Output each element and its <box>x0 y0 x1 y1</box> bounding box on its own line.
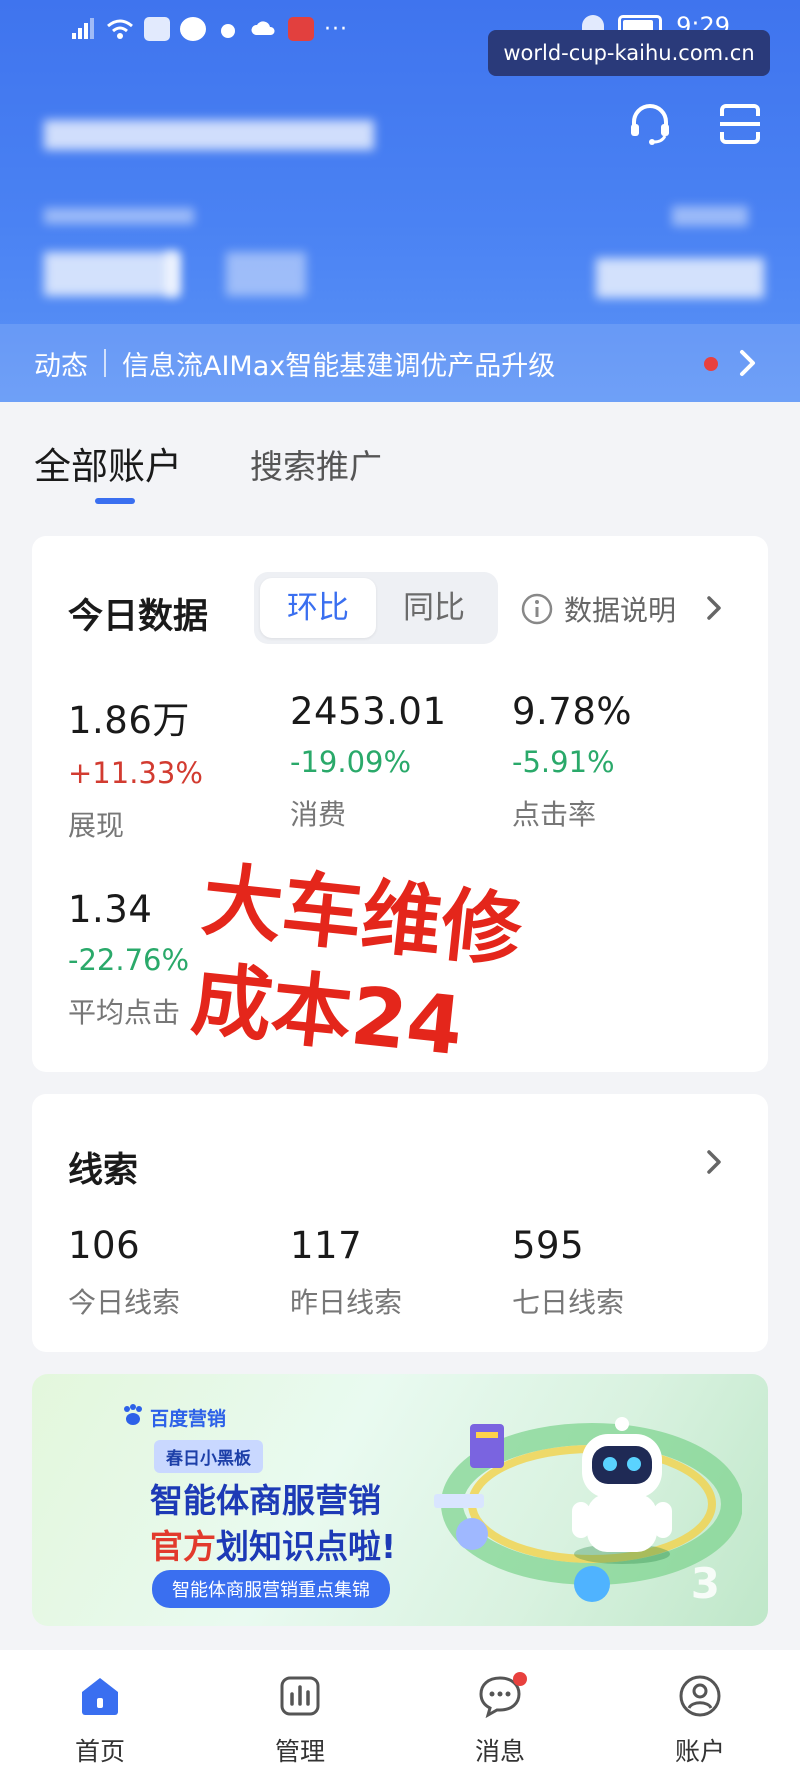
leads-today[interactable]: 106 今日线索 <box>68 1224 268 1321</box>
metric-impressions[interactable]: 1.86万 +11.33% 展现 <box>68 690 268 844</box>
unread-dot <box>704 357 718 371</box>
metric-label: 消费 <box>290 798 347 831</box>
leads-yesterday[interactable]: 117 昨日线索 <box>290 1224 490 1321</box>
metric-spend[interactable]: 2453.01 -19.09% 消费 <box>290 690 490 833</box>
metric-label: 平均点击 <box>68 996 181 1029</box>
nav-label: 管理 <box>274 1737 325 1766</box>
banner-logo: 百度营销 <box>150 1408 227 1430</box>
banner-subheadline: 官方划知识点啦! <box>150 1520 396 1568</box>
leads-value: 595 <box>512 1224 585 1267</box>
app-icon <box>180 17 206 41</box>
nav-messages[interactable]: 消息 <box>400 1650 600 1778</box>
promo-banner[interactable]: 百度营销 春日小黑板 智能体商服营销 官方划知识点啦! 智能体商服营销重点集锦 … <box>32 1374 768 1626</box>
unread-badge <box>513 1672 527 1686</box>
more-icon: ··· <box>324 16 348 42</box>
leads-seven-days[interactable]: 595 七日线索 <box>512 1224 712 1321</box>
budget-label-blurred <box>672 206 748 226</box>
account-tabs: 全部账户 搜索推广 <box>0 402 800 522</box>
headset-icon[interactable] <box>626 100 674 148</box>
divider <box>104 349 106 377</box>
balance-blurred-3 <box>226 252 306 296</box>
app-icon <box>144 17 170 41</box>
toggle-yoy[interactable]: 同比 <box>376 578 492 638</box>
watermark: world-cup-kaihu.com.cn <box>488 30 770 76</box>
bottom-nav: 首页 管理 消息 账户 <box>0 1650 800 1778</box>
banner-subheadline-text: 划知识点啦! <box>216 1527 397 1566</box>
metric-change: +11.33% <box>68 756 203 790</box>
nav-label: 账户 <box>674 1737 725 1766</box>
info-icon[interactable] <box>520 592 554 626</box>
balance-blurred-2 <box>166 252 180 296</box>
scan-icon[interactable] <box>716 100 764 148</box>
book-icon <box>288 17 314 41</box>
tab-all-accounts[interactable]: 全部账户 <box>34 436 182 490</box>
user-icon <box>679 1675 721 1717</box>
banner-page-indicator: 3 <box>690 1559 720 1608</box>
weather-icon <box>221 24 235 38</box>
news-text[interactable]: 信息流AIMax智能基建调优产品升级 <box>122 344 555 383</box>
chevron-right-icon[interactable] <box>698 1146 730 1178</box>
metric-avg-cpc[interactable]: 1.34 -22.76% 平均点击 <box>68 888 268 1031</box>
chevron-right-icon[interactable] <box>698 592 730 624</box>
news-bar[interactable]: 动态 信息流AIMax智能基建调优产品升级 <box>0 324 800 402</box>
data-note-link[interactable]: 数据说明 <box>564 589 676 629</box>
nav-manage[interactable]: 管理 <box>200 1650 400 1778</box>
nav-label: 消息 <box>474 1737 525 1766</box>
news-label: 动态 <box>34 350 88 382</box>
metric-value: 1.34 <box>68 888 153 931</box>
leads-label: 昨日线索 <box>290 1286 403 1319</box>
metric-ctr[interactable]: 9.78% -5.91% 点击率 <box>512 690 712 833</box>
card-title: 线索 <box>68 1151 139 1191</box>
chevron-right-icon[interactable] <box>730 346 764 380</box>
banner-headline: 智能体商服营销 <box>150 1481 381 1520</box>
nav-home[interactable]: 首页 <box>0 1650 200 1778</box>
today-data-card: 今日数据 环比 同比 数据说明 1.86万 +11.33% 展现 2453.01… <box>32 536 768 1072</box>
account-name-blurred <box>44 120 374 150</box>
account-id-blurred <box>44 208 194 224</box>
leads-label: 今日线索 <box>68 1286 181 1319</box>
header: ··· 9:29 world-cup-kaihu.com.cn 动态 信息流AI… <box>0 0 800 402</box>
leads-value: 106 <box>68 1224 141 1267</box>
leads-label: 七日线索 <box>512 1286 625 1319</box>
chart-icon <box>280 1676 320 1716</box>
home-icon <box>82 1678 118 1715</box>
tab-indicator <box>95 498 135 504</box>
metric-change: -19.09% <box>290 745 412 779</box>
banner-tag: 春日小黑板 <box>154 1440 263 1473</box>
metric-label: 展现 <box>68 809 125 842</box>
balance-blurred <box>44 252 178 296</box>
leads-card[interactable]: 线索 106 今日线索 117 昨日线索 595 七日线索 <box>32 1094 768 1352</box>
metric-value: 1.86万 <box>68 699 190 742</box>
nav-label: 首页 <box>74 1737 125 1766</box>
compare-toggle: 环比 同比 <box>254 572 498 644</box>
metric-value: 9.78% <box>512 690 633 733</box>
metric-change: -5.91% <box>512 745 615 779</box>
metric-value: 2453.01 <box>290 690 447 733</box>
signal-icon <box>70 17 96 41</box>
baidu-paw-icon <box>124 1404 142 1425</box>
nav-account[interactable]: 账户 <box>600 1650 800 1778</box>
tab-search-promotion[interactable]: 搜索推广 <box>250 440 382 488</box>
metric-change: -22.76% <box>68 943 190 977</box>
metric-label: 点击率 <box>512 798 597 831</box>
cloud-icon <box>251 21 275 35</box>
leads-value: 117 <box>290 1224 363 1267</box>
card-title: 今日数据 <box>68 597 209 637</box>
wifi-icon <box>107 19 133 39</box>
banner-highlight: 官方 <box>150 1527 216 1566</box>
budget-blurred <box>596 258 764 298</box>
toggle-mom[interactable]: 环比 <box>260 578 376 638</box>
banner-cta[interactable]: 智能体商服营销重点集锦 <box>152 1570 390 1608</box>
